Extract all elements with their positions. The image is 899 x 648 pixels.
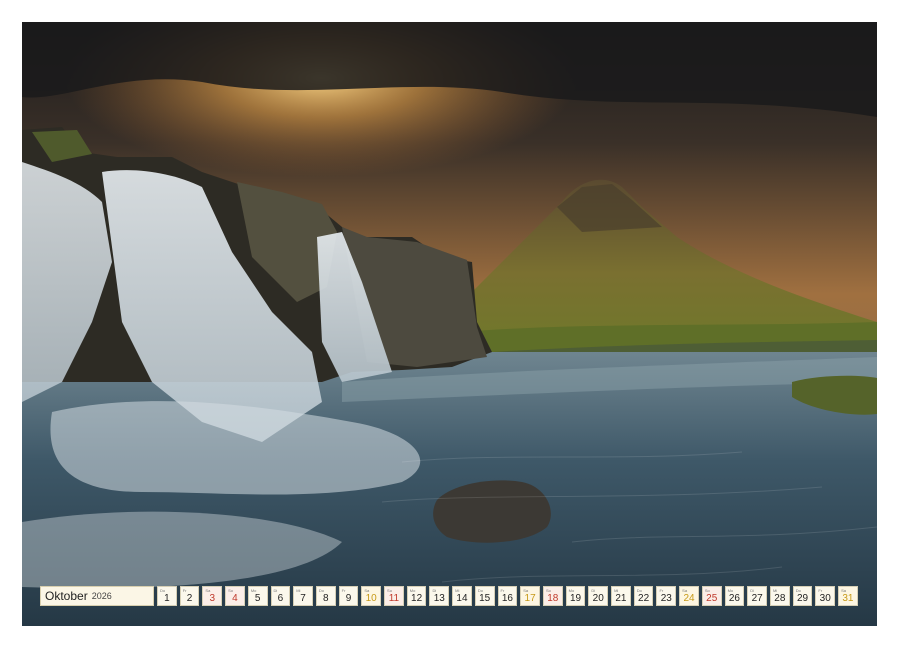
- calendar-strip: Oktober 2026 Do 1 Fr 2 Sa 3 So 4 Mo 5 Di 6 Mi 7 Do 8 Fr 9…: [40, 586, 858, 606]
- day-cell: Di 6: [270, 586, 291, 606]
- day-cell: Mo 12: [406, 586, 427, 606]
- day-cell: Do 22: [633, 586, 654, 606]
- day-number: 1: [164, 593, 170, 604]
- day-cell: Fr 16: [497, 586, 518, 606]
- day-number: 28: [774, 593, 786, 604]
- day-cell: Fr 23: [656, 586, 677, 606]
- day-cell: Di 13: [429, 586, 450, 606]
- day-cell: Sa 3: [202, 586, 223, 606]
- month-label: Oktober 2026: [40, 586, 154, 606]
- day-cell: Di 27: [747, 586, 767, 606]
- day-number: 2: [186, 593, 193, 604]
- day-cell: Do 29: [792, 586, 813, 606]
- day-cell: Sa 10: [361, 586, 382, 606]
- day-number: 17: [524, 593, 536, 604]
- month-year: 2026: [91, 591, 112, 601]
- day-number: 9: [345, 593, 352, 604]
- day-number: 6: [277, 593, 284, 604]
- day-number: 10: [365, 593, 377, 604]
- day-cell: So 25: [701, 586, 722, 606]
- day-cell: Do 1: [157, 586, 177, 606]
- day-number: 14: [456, 593, 468, 604]
- day-number: 16: [501, 593, 513, 604]
- day-cell: So 11: [384, 586, 404, 606]
- day-cell: Fr 30: [815, 586, 836, 606]
- day-cell: Mi 28: [769, 586, 790, 606]
- day-number: 12: [411, 593, 423, 604]
- day-cell: So 18: [542, 586, 563, 606]
- day-cell: Mi 7: [293, 586, 313, 606]
- day-cell: Sa 31: [838, 586, 858, 606]
- day-cell: Mo 26: [724, 586, 745, 606]
- day-number: 20: [592, 593, 604, 604]
- day-number: 22: [638, 593, 650, 604]
- day-number: 15: [479, 593, 491, 604]
- landscape-illustration: [22, 22, 877, 626]
- month-name: Oktober: [45, 589, 88, 603]
- day-number: 31: [842, 593, 854, 604]
- day-number: 18: [547, 593, 559, 604]
- day-cell: Sa 17: [520, 586, 540, 606]
- day-cell: Do 8: [315, 586, 336, 606]
- day-number: 26: [728, 593, 740, 604]
- day-cell: So 4: [225, 586, 245, 606]
- landscape-photo: [22, 22, 877, 626]
- day-number: 4: [232, 593, 238, 604]
- day-number: 5: [254, 593, 261, 604]
- day-number: 19: [569, 593, 582, 604]
- day-number: 25: [706, 593, 718, 604]
- day-number: 21: [615, 593, 627, 604]
- day-cell: Mo 5: [247, 586, 268, 606]
- day-cell: Fr 2: [179, 586, 200, 606]
- day-number: 29: [796, 593, 809, 604]
- day-number: 7: [300, 593, 306, 604]
- day-number: 30: [819, 593, 831, 604]
- day-number: 27: [751, 593, 763, 604]
- day-number: 8: [322, 593, 329, 604]
- day-number: 11: [388, 593, 400, 604]
- day-number: 23: [660, 593, 672, 604]
- day-cell: Mo 19: [565, 586, 586, 606]
- day-number: 24: [683, 593, 695, 604]
- day-cell: Do 15: [474, 586, 495, 606]
- day-cell: Sa 24: [679, 586, 699, 606]
- day-cell: Mi 21: [611, 586, 631, 606]
- day-cell: Fr 9: [338, 586, 359, 606]
- day-number: 13: [433, 593, 445, 604]
- day-cell: Mi 14: [452, 586, 472, 606]
- day-cell: Di 20: [588, 586, 609, 606]
- day-number: 3: [209, 593, 216, 604]
